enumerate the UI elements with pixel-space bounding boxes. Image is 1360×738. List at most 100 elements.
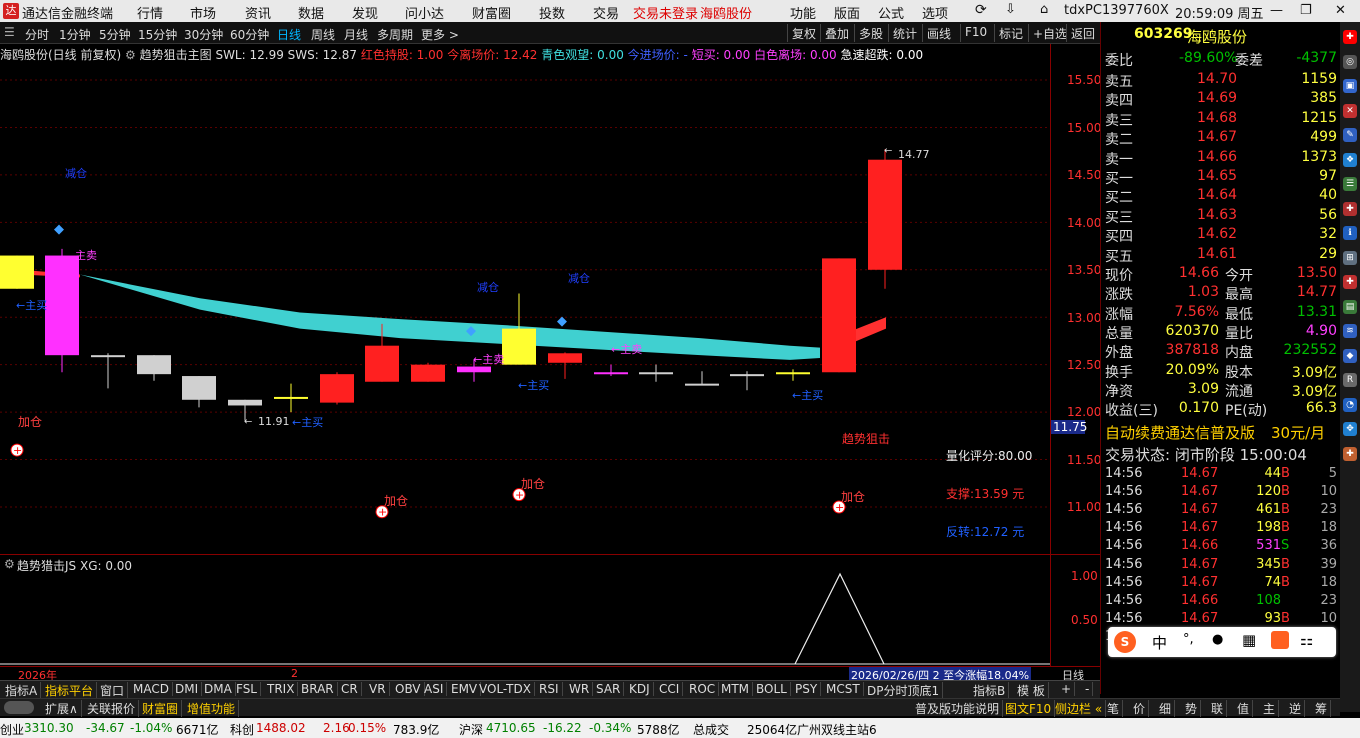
back-button[interactable]: 返回 <box>1066 24 1099 42</box>
ime-punct-icon[interactable]: °, <box>1183 632 1194 647</box>
indicator-tab[interactable]: MCST <box>823 682 864 696</box>
indicator-tab[interactable]: MACD <box>130 682 173 696</box>
table-icon[interactable]: ⊞ <box>1343 250 1357 265</box>
menu-item[interactable]: 问小达 <box>405 3 444 22</box>
window-icon[interactable]: ▣ <box>1343 79 1357 93</box>
indicator-tab[interactable]: VR <box>366 682 390 696</box>
menu-item[interactable]: 功能 <box>790 3 816 22</box>
refresh-icon[interactable]: ⟳ <box>975 2 987 18</box>
trade-status[interactable]: 交易未登录 <box>633 3 698 22</box>
period-tab-active[interactable]: 日线 <box>277 26 301 43</box>
tool-button[interactable]: 多股 <box>854 24 887 42</box>
f10-tab[interactable]: 图文F10 <box>1002 700 1056 717</box>
indicator-tab[interactable]: ASI <box>421 682 448 696</box>
plus-icon[interactable]: ✚ <box>1343 201 1357 216</box>
grid-icon[interactable]: ❖ <box>1343 152 1357 167</box>
period-tab[interactable]: 60分钟 <box>230 26 269 43</box>
add-watchlist-button[interactable]: +自选 <box>1028 24 1071 42</box>
indicator-tab[interactable]: 指标A <box>2 682 42 699</box>
skin-icon[interactable] <box>1271 631 1289 649</box>
indicator-tab[interactable]: 窗口 <box>97 682 129 699</box>
candlestick-chart[interactable]: ◆◆◆++++←← <box>0 44 1100 554</box>
side-tab[interactable]: 价 <box>1130 700 1150 717</box>
ad-text[interactable]: 自动续费通达信普及版 <box>1105 422 1255 443</box>
tool-button[interactable]: F10 <box>960 24 991 42</box>
tool-button[interactable]: 标记 <box>994 24 1027 42</box>
side-tab[interactable]: 主 <box>1260 700 1280 717</box>
indicator-tab[interactable]: PSY <box>792 682 822 696</box>
side-tab[interactable]: 细 <box>1156 700 1176 717</box>
indicator-tab-right[interactable]: 指标B <box>970 682 1010 699</box>
side-tab[interactable]: 值 <box>1234 700 1254 717</box>
menu-item[interactable]: 行情 <box>137 3 163 22</box>
indicator-tab[interactable]: OBV <box>392 682 425 696</box>
close-icon[interactable]: ✕ <box>1335 3 1346 18</box>
pie-icon[interactable]: ◔ <box>1343 397 1357 412</box>
tool-button[interactable]: 叠加 <box>820 24 853 42</box>
side-tab[interactable]: 联 <box>1208 700 1228 717</box>
grid-menu-icon[interactable]: ⚏ <box>1300 631 1313 649</box>
ime-logo-icon[interactable]: S <box>1114 631 1136 653</box>
related-quote-tab[interactable]: 关联报价 <box>84 700 140 717</box>
move-icon[interactable]: ✥ <box>1343 422 1357 436</box>
period-tab[interactable]: 月线 <box>344 26 368 43</box>
indicator-tab[interactable]: RSI <box>536 682 563 696</box>
fortune-circle-tab[interactable]: 财富圈 <box>139 700 183 717</box>
indicator-tab[interactable]: 指标平台 <box>42 682 98 699</box>
toggle-switch[interactable] <box>4 701 34 714</box>
list-icon[interactable]: ☰ <box>1343 177 1357 191</box>
lock-icon[interactable]: ⌂ <box>1040 2 1048 17</box>
menu-item[interactable]: 资讯 <box>245 3 271 22</box>
indicator-tab-right[interactable]: - <box>1082 682 1094 696</box>
period-tab[interactable]: 多周期 <box>377 26 413 43</box>
menu-item[interactable]: 数据 <box>298 3 324 22</box>
indicator-tab[interactable]: SAR <box>593 682 625 696</box>
tool-button[interactable]: 画线 <box>922 24 955 42</box>
menu-item[interactable]: 投数 <box>539 3 565 22</box>
wave-icon[interactable]: ≋ <box>1343 324 1357 338</box>
indicator-tab[interactable]: DMA <box>201 682 236 696</box>
menu-item[interactable]: 交易 <box>593 3 619 22</box>
indicator-tab[interactable]: MTM <box>718 682 754 696</box>
side-tab[interactable]: 笔 <box>1104 700 1124 717</box>
microphone-icon[interactable]: ● <box>1212 632 1223 647</box>
circle-icon[interactable]: ◎ <box>1343 54 1357 69</box>
indicator-tab[interactable]: DP分时顶底1 <box>864 682 944 699</box>
minimize-icon[interactable]: — <box>1270 3 1283 18</box>
period-tab[interactable]: 15分钟 <box>138 26 177 43</box>
add-icon[interactable]: ✚ <box>1343 30 1357 44</box>
indicator-tab[interactable]: WR <box>566 682 594 696</box>
maximize-icon[interactable]: ❐ <box>1300 3 1312 18</box>
sidebar-tab[interactable]: 侧边栏 « <box>1052 700 1107 717</box>
ime-toolbar[interactable]: S 中 °, ● ▦ ⚏ <box>1108 627 1336 657</box>
manual-tab[interactable]: 普及版功能说明 <box>912 700 1004 717</box>
menu-item[interactable]: 市场 <box>190 3 216 22</box>
tool-button[interactable]: 复权 <box>787 24 820 42</box>
menu-item[interactable]: 财富圈 <box>472 3 511 22</box>
download-icon[interactable]: ⇩ <box>1005 2 1016 17</box>
keyboard-icon[interactable]: ▦ <box>1242 631 1256 649</box>
ime-chinese-mode[interactable]: 中 <box>1152 632 1167 653</box>
ad-row[interactable]: 自动续费通达信普及版 30元/月 <box>1105 422 1337 443</box>
side-tab[interactable]: 筹 <box>1312 700 1332 717</box>
menu-item[interactable]: 公式 <box>878 3 904 22</box>
close-side-icon[interactable]: ✕ <box>1343 103 1357 118</box>
indicator-tab[interactable]: KDJ <box>626 682 654 696</box>
indicator-tab[interactable]: FSL <box>233 682 261 696</box>
indicator-tab[interactable]: DMI <box>172 682 203 696</box>
period-tab[interactable]: 周线 <box>311 26 335 43</box>
menu-toggle-icon[interactable]: ☰ <box>4 25 15 39</box>
indicator-tab[interactable]: CCI <box>656 682 684 696</box>
indicator-tab[interactable]: BRAR <box>298 682 338 696</box>
period-tab[interactable]: 1分钟 <box>59 26 91 43</box>
indicator-tab[interactable]: VOL-TDX <box>476 682 535 696</box>
rsi-icon[interactable]: R <box>1343 373 1357 387</box>
indicator-tab[interactable]: BOLL <box>753 682 791 696</box>
indicator-tab[interactable]: ROC <box>686 682 720 696</box>
menu-item[interactable]: 发现 <box>352 3 378 22</box>
menu-item[interactable]: 选项 <box>922 3 948 22</box>
menu-item[interactable]: 版面 <box>834 3 860 22</box>
expand-tab[interactable]: 扩展∧ <box>42 700 82 717</box>
indicator-tab-right[interactable]: + <box>1058 682 1076 696</box>
period-tab[interactable]: 30分钟 <box>184 26 223 43</box>
